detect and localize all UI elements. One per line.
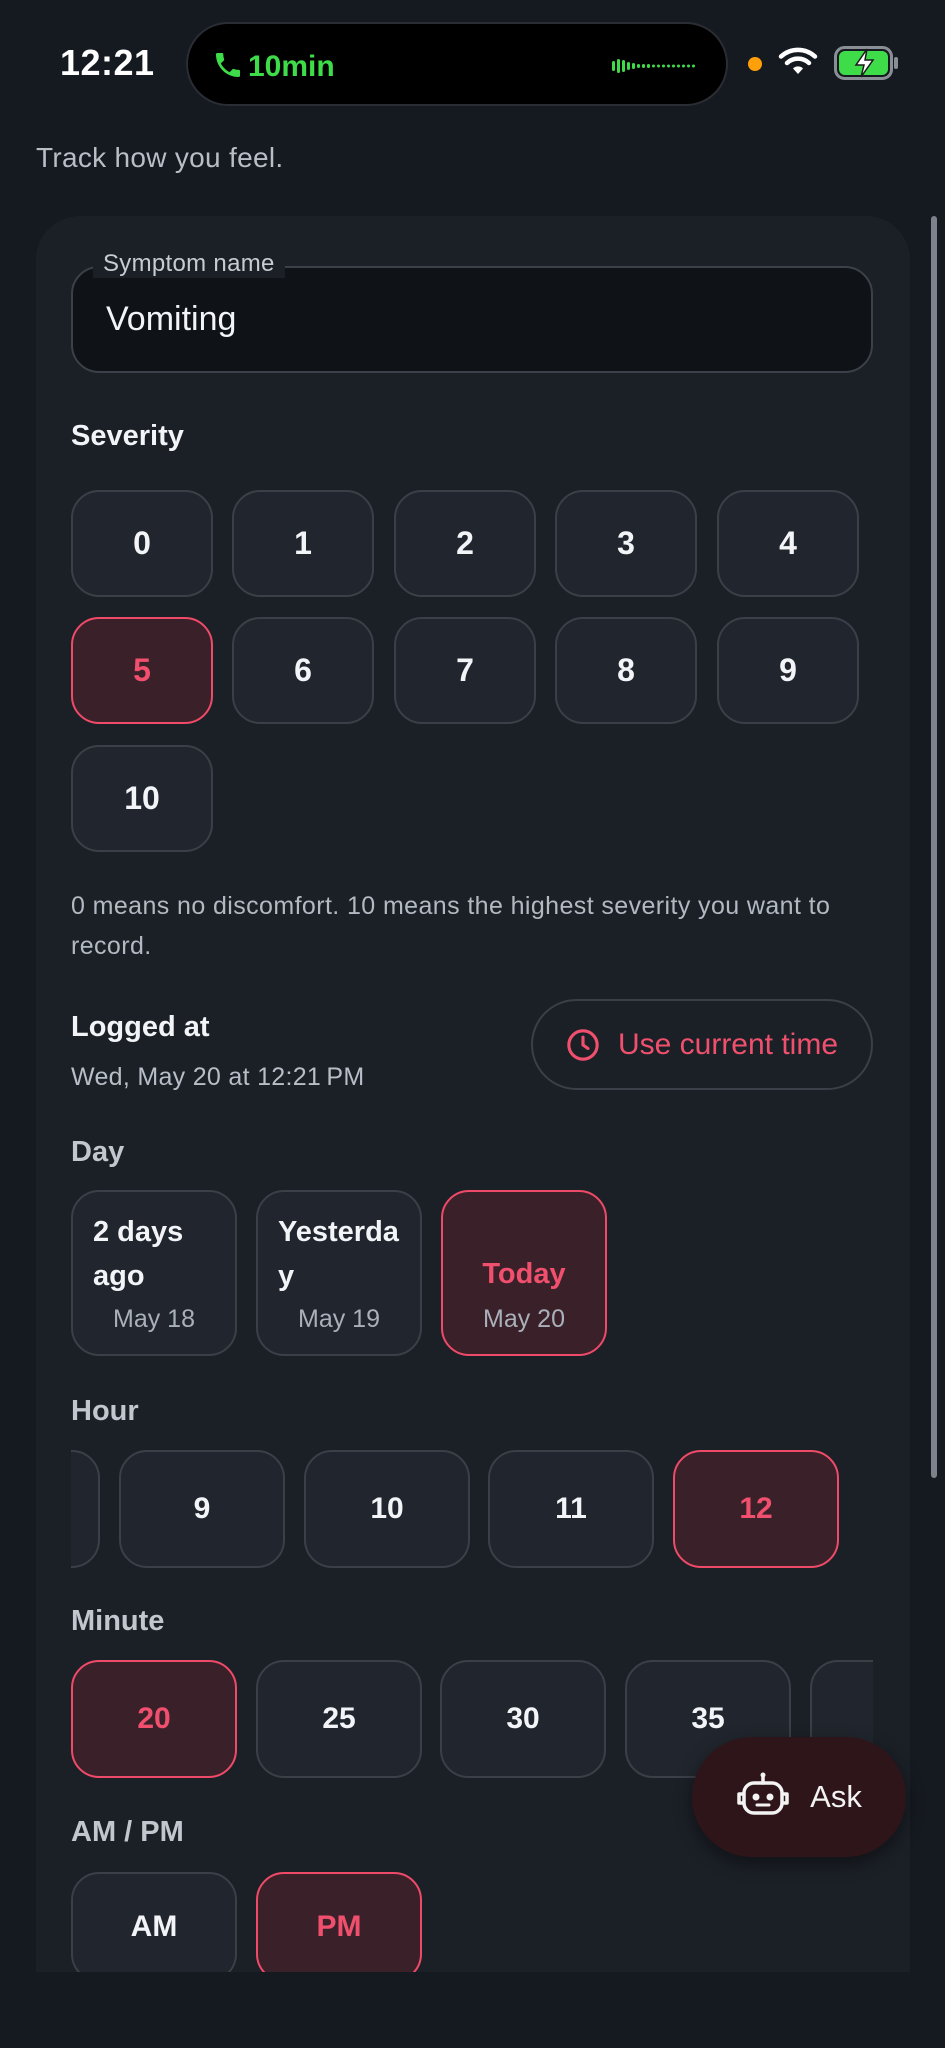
status-time: 12:21 bbox=[60, 42, 155, 83]
use-current-time-button[interactable]: Use current time bbox=[531, 999, 873, 1090]
day-option-label: Today bbox=[482, 1258, 566, 1290]
audio-waveform-icon bbox=[612, 59, 695, 73]
severity-option-4[interactable]: 4 bbox=[717, 490, 859, 597]
day-option-date: May 20 bbox=[483, 1305, 565, 1333]
severity-help-text: 0 means no discomfort. 10 means the high… bbox=[71, 892, 831, 960]
page-subtitle: Track how you feel. bbox=[36, 142, 284, 173]
day-option-label: Yesterday bbox=[278, 1216, 399, 1292]
camera-indicator-icon bbox=[748, 57, 762, 71]
clock-icon bbox=[567, 1028, 599, 1061]
symptom-name-label: Symptom name bbox=[93, 250, 285, 278]
robot-icon bbox=[737, 1772, 789, 1815]
hour-title: Hour bbox=[71, 1395, 139, 1427]
day-option-today[interactable]: Today May 20 bbox=[441, 1190, 607, 1356]
minute-option-selected[interactable]: 20 bbox=[71, 1660, 237, 1778]
severity-option-6[interactable]: 6 bbox=[232, 617, 374, 724]
symptom-name-value[interactable]: Vomiting bbox=[106, 300, 236, 339]
severity-title: Severity bbox=[71, 420, 184, 452]
phone-icon bbox=[216, 53, 240, 77]
severity-option-10[interactable]: 10 bbox=[71, 745, 213, 852]
hour-option[interactable]: 11 bbox=[488, 1450, 654, 1568]
am-option[interactable]: AM bbox=[71, 1872, 237, 1982]
severity-option-7[interactable]: 7 bbox=[394, 617, 536, 724]
severity-option-1[interactable]: 1 bbox=[232, 490, 374, 597]
minute-title: Minute bbox=[71, 1605, 165, 1637]
severity-option-3[interactable]: 3 bbox=[555, 490, 697, 597]
use-current-time-label: Use current time bbox=[617, 1027, 839, 1061]
severity-option-8[interactable]: 8 bbox=[555, 617, 697, 724]
scrollbar[interactable] bbox=[931, 216, 937, 1478]
bottom-safe-area bbox=[0, 1972, 945, 2048]
hour-option[interactable]: 10 bbox=[304, 1450, 470, 1568]
minute-option[interactable]: 25 bbox=[256, 1660, 422, 1778]
severity-option-5[interactable]: 5 bbox=[71, 617, 213, 724]
dynamic-island-call[interactable]: 10min bbox=[186, 22, 728, 106]
hour-option-selected[interactable]: 12 bbox=[673, 1450, 839, 1568]
call-duration: 10min bbox=[248, 50, 335, 83]
day-option-date: May 18 bbox=[113, 1305, 195, 1333]
day-option-label: 2 days ago bbox=[93, 1216, 184, 1292]
logged-at-value: Wed, May 20 at 12:21 PM bbox=[71, 1063, 365, 1091]
day-option-date: May 19 bbox=[298, 1305, 380, 1333]
severity-option-9[interactable]: 9 bbox=[717, 617, 859, 724]
severity-option-0[interactable]: 0 bbox=[71, 490, 213, 597]
day-option-yesterday[interactable]: Yesterday May 19 bbox=[256, 1190, 422, 1356]
minute-option[interactable]: 30 bbox=[440, 1660, 606, 1778]
ask-assistant-button[interactable]: Ask bbox=[692, 1737, 906, 1857]
ask-label: Ask bbox=[810, 1779, 862, 1814]
ampm-title: AM / PM bbox=[71, 1816, 184, 1848]
hour-scroller[interactable]: 8 9 10 11 12 bbox=[71, 1450, 873, 1568]
severity-option-2[interactable]: 2 bbox=[394, 490, 536, 597]
status-bar: 12:21 10min bbox=[0, 0, 945, 120]
battery-charging-icon bbox=[834, 46, 898, 80]
logged-at-title: Logged at bbox=[71, 1011, 210, 1043]
day-option-2-days-ago[interactable]: 2 days ago May 18 bbox=[71, 1190, 237, 1356]
hour-option[interactable]: 9 bbox=[119, 1450, 285, 1568]
hour-option[interactable]: 8 bbox=[71, 1450, 100, 1568]
wifi-icon bbox=[778, 47, 818, 74]
pm-option[interactable]: PM bbox=[256, 1872, 422, 1982]
day-title: Day bbox=[71, 1136, 125, 1168]
